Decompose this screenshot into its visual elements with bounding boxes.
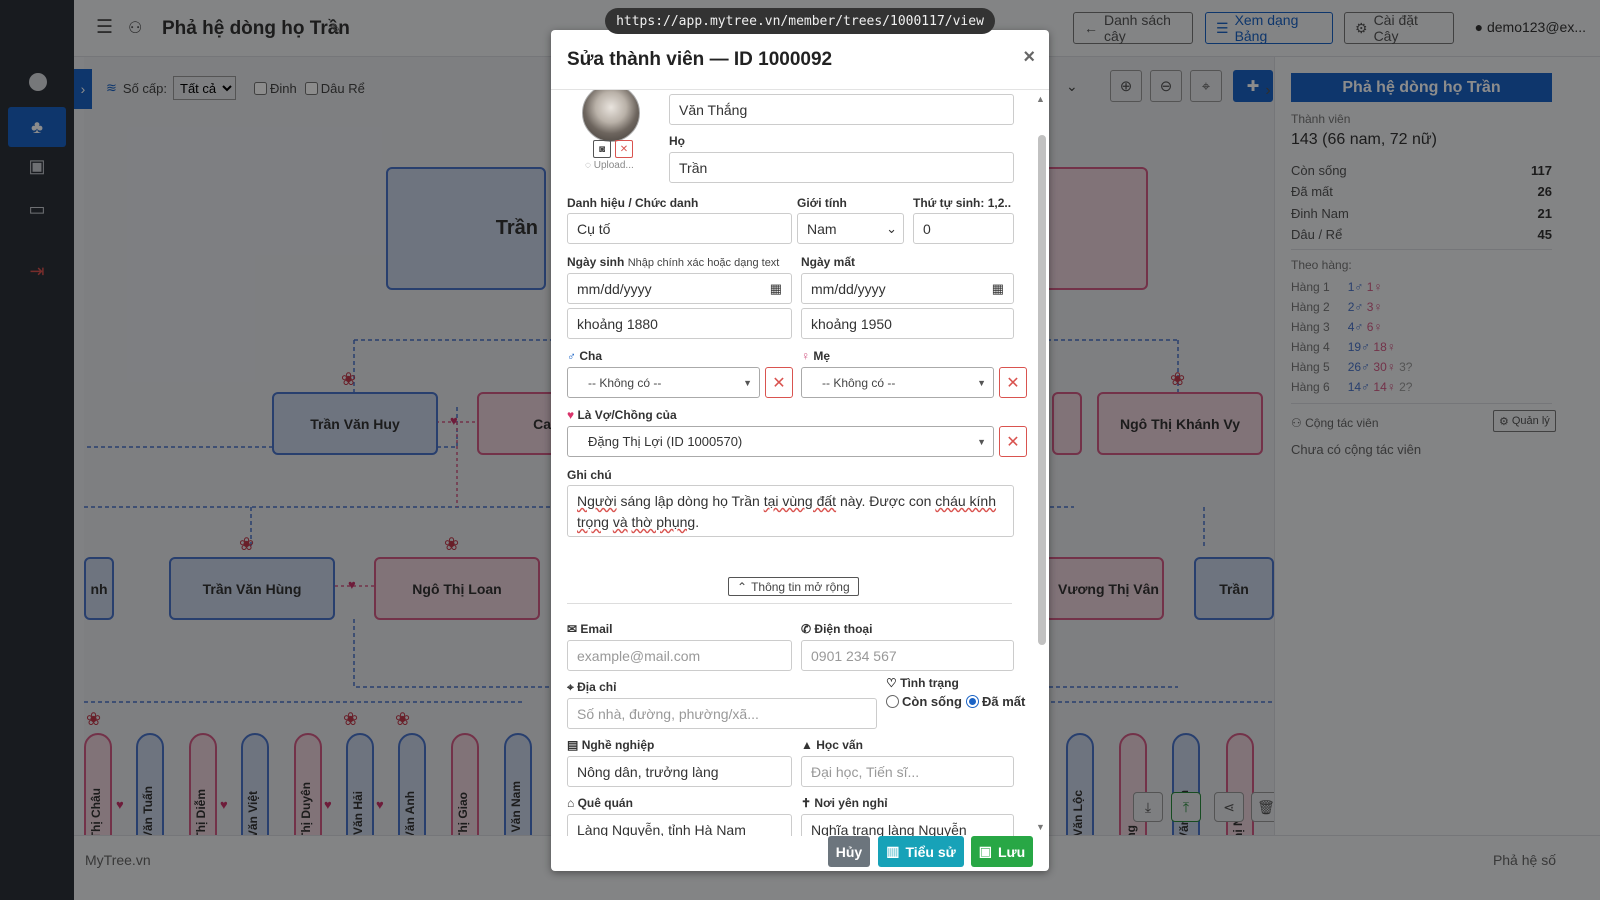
spouse-select[interactable]: Đặng Thị Lợi (ID 1000570) ▼ xyxy=(567,426,994,457)
title-label: Danh hiệu / Chức danh xyxy=(567,196,699,210)
chevron-down-icon: ⌄ xyxy=(886,220,897,236)
modal-footer: Hủy ▥ Tiểu sử ▣ Lưu xyxy=(551,836,1049,871)
envelope-icon: ✉ xyxy=(567,622,578,636)
heart-icon: ♥ xyxy=(567,408,575,422)
camera-icon[interactable]: ◙ xyxy=(593,140,611,158)
email-input[interactable]: example@mail.com xyxy=(567,640,792,671)
note-label: Ghi chú xyxy=(567,468,612,482)
edit-member-modal: Sửa thành viên — ID 1000092 × ◙ ✕ ◌ Uplo… xyxy=(551,30,1049,871)
note-textarea[interactable]: Người sáng lập dòng họ Trần tại vùng đất… xyxy=(567,485,1014,537)
map-marker-icon: ⌖ xyxy=(567,680,574,694)
graduation-cap-icon: ▲ xyxy=(801,738,813,752)
modal-title: Sửa thành viên — ID 1000092 xyxy=(567,48,833,70)
female-icon: ♀ xyxy=(801,349,810,363)
close-icon[interactable]: × xyxy=(1023,46,1035,69)
mother-label: ♀ Mẹ xyxy=(801,349,831,363)
clear-mother-icon[interactable]: ✕ xyxy=(999,367,1027,398)
surname-input[interactable]: Trần xyxy=(669,152,1014,183)
dob-text-input[interactable]: khoảng 1880 xyxy=(567,308,792,339)
father-select[interactable]: -- Không có -- ▼ xyxy=(567,367,760,398)
save-button[interactable]: ▣ Lưu xyxy=(971,836,1033,867)
gender-select[interactable]: Nam ⌄ xyxy=(797,213,904,244)
job-input[interactable]: Nông dân, trưởng làng xyxy=(567,756,792,787)
education-input[interactable]: Đại học, Tiến sĩ... xyxy=(801,756,1014,787)
cancel-button[interactable]: Hủy xyxy=(828,836,870,867)
remove-photo-icon[interactable]: ✕ xyxy=(615,140,633,158)
divider xyxy=(567,603,1012,604)
upload-status: ◌ Upload... xyxy=(585,160,634,171)
heartbeat-icon: ♡ xyxy=(886,676,897,690)
home-icon: ⌂ xyxy=(567,796,575,810)
clear-spouse-icon[interactable]: ✕ xyxy=(999,426,1027,457)
status-dead-radio[interactable]: Đã mất xyxy=(966,694,1025,709)
cross-icon: ✝ xyxy=(801,796,812,810)
dob-label: Ngày sinh Nhập chính xác hoặc dạng text xyxy=(567,255,780,269)
status-alive-radio[interactable]: Còn sống xyxy=(886,694,962,709)
calendar-icon: ▦ xyxy=(991,280,1004,296)
given-name-input[interactable]: Văn Thắng xyxy=(669,94,1014,125)
modal-scrollbar[interactable]: ▲ ▼ xyxy=(1036,94,1046,832)
spinner-icon: ◌ xyxy=(585,160,591,171)
father-label: ♂ Cha xyxy=(567,349,603,363)
phone-icon: ✆ xyxy=(801,622,812,636)
url-bar: https://app.mytree.vn/member/trees/10001… xyxy=(605,8,995,34)
surname-label: Họ xyxy=(669,134,685,148)
resting-place-label: ✝ Nơi yên nghỉ xyxy=(801,796,888,810)
book-icon: ▥ xyxy=(886,843,900,859)
education-label: ▲ Học vấn xyxy=(801,738,863,752)
caret-down-icon: ▼ xyxy=(977,437,986,447)
title-input[interactable]: Cụ tố xyxy=(567,213,792,244)
address-label: ⌖ Địa chỉ xyxy=(567,680,617,694)
address-input[interactable]: Số nhà, đường, phường/xã... xyxy=(567,698,877,729)
scroll-thumb[interactable] xyxy=(1038,135,1046,645)
chevron-up-icon: ⌃ xyxy=(737,579,748,594)
mother-select[interactable]: -- Không có -- ▼ xyxy=(801,367,994,398)
dod-label: Ngày mất xyxy=(801,255,856,269)
briefcase-icon: ▤ xyxy=(567,738,579,752)
dod-text-input[interactable]: khoảng 1950 xyxy=(801,308,1014,339)
calendar-icon: ▦ xyxy=(769,280,782,296)
caret-down-icon: ▼ xyxy=(743,378,752,388)
scroll-up-icon: ▲ xyxy=(1036,94,1045,104)
status-label: ♡ Tình trạng xyxy=(886,676,959,690)
caret-down-icon: ▼ xyxy=(977,378,986,388)
save-icon: ▣ xyxy=(978,843,992,859)
resting-place-input[interactable]: Nghĩa trang làng Nguyễn xyxy=(801,814,1014,836)
member-photo xyxy=(582,90,640,142)
phone-input[interactable]: 0901 234 567 xyxy=(801,640,1014,671)
dod-date-input[interactable]: mm/dd/yyyy ▦ xyxy=(801,273,1014,304)
spouse-label: ♥ Là Vợ/Chồng của xyxy=(567,408,677,422)
phone-label: ✆ Điện thoại xyxy=(801,622,873,636)
hometown-label: ⌂ Quê quán xyxy=(567,796,633,810)
modal-header: Sửa thành viên — ID 1000092 × xyxy=(551,30,1049,90)
birth-order-label: Thứ tự sinh: 1,2.. xyxy=(913,196,1012,210)
male-icon: ♂ xyxy=(567,349,576,363)
modal-body[interactable]: ◙ ✕ ◌ Upload... Văn Thắng Họ Trần Danh h… xyxy=(551,90,1049,836)
hometown-input[interactable]: Làng Nguyễn, tỉnh Hà Nam xyxy=(567,814,792,836)
dob-date-input[interactable]: mm/dd/yyyy ▦ xyxy=(567,273,792,304)
email-label: ✉ Email xyxy=(567,622,613,636)
more-info-button[interactable]: ⌃ Thông tin mở rộng xyxy=(728,577,859,596)
job-label: ▤ Nghề nghiệp xyxy=(567,738,655,752)
gender-label: Giới tính xyxy=(797,196,847,210)
biography-button[interactable]: ▥ Tiểu sử xyxy=(878,836,964,867)
scroll-down-icon: ▼ xyxy=(1036,822,1045,832)
birth-order-input[interactable]: 0 xyxy=(913,213,1014,244)
clear-father-icon[interactable]: ✕ xyxy=(765,367,793,398)
